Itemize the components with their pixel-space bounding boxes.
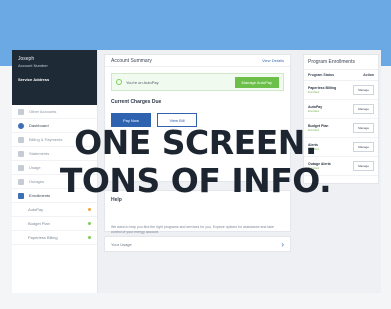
- status-dot: [88, 236, 91, 239]
- account-header: Joseph Account Number Service Address: [12, 50, 97, 105]
- sidebar-item-label: Paperless Billing: [28, 235, 58, 240]
- accounts-icon: [18, 108, 24, 115]
- service-address: Service Address: [18, 77, 50, 82]
- help-body: We want to help you find the right progr…: [111, 225, 274, 234]
- sidebar-item-other-accounts[interactable]: Other Accounts: [12, 105, 97, 119]
- autopay-banner: You're on AutoPay Manage AutoPay: [111, 73, 284, 91]
- sidebar-item-label: Budget Plan: [28, 221, 50, 226]
- current-charges-title: Current Charges Due: [111, 99, 162, 105]
- sidebar-item-label: Other Accounts: [29, 109, 57, 114]
- promo-headline: ONE SCREEN. TONS OF INFO.: [0, 124, 391, 200]
- table-header: Program Status Action: [304, 70, 378, 81]
- view-details-link[interactable]: View Details: [262, 58, 284, 63]
- account-number: Account Number: [18, 63, 48, 68]
- autopay-text: You're on AutoPay: [126, 79, 159, 85]
- program-status: Enrolled: [308, 109, 320, 113]
- usage-label: Your Usage: [111, 241, 132, 247]
- account-name: Joseph: [18, 56, 35, 62]
- table-row: Paperless Billing Enrolled Manage: [304, 81, 378, 100]
- sidebar-subitem-budget-plan[interactable]: Budget Plan: [12, 217, 97, 231]
- manage-button[interactable]: Manage: [353, 104, 374, 114]
- program-cell: Paperless Billing Enrolled: [308, 86, 336, 94]
- headline-line-2: TONS OF INFO.: [59, 161, 332, 200]
- chevron-right-icon: ›: [281, 239, 284, 249]
- manage-button[interactable]: Manage: [353, 85, 374, 95]
- sidebar-subitem-paperless[interactable]: Paperless Billing: [12, 231, 97, 245]
- card-title: Account Summary: [111, 57, 152, 64]
- panel-title: Program Enrollments: [304, 55, 378, 70]
- autopay-status: You're on AutoPay: [116, 79, 159, 85]
- your-usage-row[interactable]: Your Usage ›: [104, 236, 291, 252]
- column-header-program: Program Status: [308, 73, 335, 77]
- table-row: AutoPay Enrolled Manage: [304, 100, 378, 119]
- headline-line-1: ONE SCREEN.: [74, 123, 317, 162]
- card-header: Account Summary View Details: [105, 55, 290, 67]
- sidebar-subitem-autopay[interactable]: AutoPay: [12, 203, 97, 217]
- sidebar-item-label: AutoPay: [28, 207, 44, 212]
- program-cell: AutoPay Enrolled: [308, 105, 322, 113]
- status-dot: [88, 208, 91, 211]
- check-circle-icon: [116, 79, 122, 85]
- status-dot: [88, 222, 91, 225]
- manage-autopay-button[interactable]: Manage AutoPay: [234, 76, 279, 88]
- column-header-action: Action: [363, 73, 374, 77]
- program-status: Enrolled: [308, 90, 320, 94]
